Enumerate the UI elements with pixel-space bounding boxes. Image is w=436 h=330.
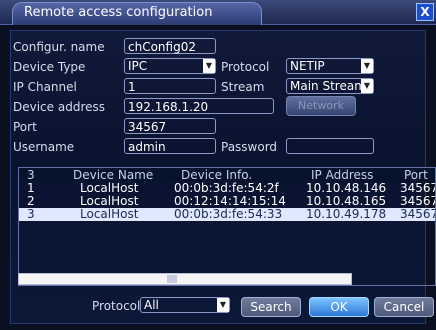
table-header: 3 Device Name Device Info. IP Address Po… <box>19 168 435 182</box>
column-port: Port <box>404 168 428 182</box>
protocol-select[interactable]: NETIP ▼ <box>286 58 374 74</box>
stream-value: Main Stream <box>290 79 366 93</box>
row-count: 3 <box>27 168 35 182</box>
ok-button[interactable]: OK <box>309 297 369 317</box>
port-field[interactable]: 34567 <box>124 118 216 134</box>
column-ip-address: IP Address <box>311 168 374 182</box>
device-type-select[interactable]: IPC ▼ <box>124 58 216 74</box>
title-bar: Remote access configuration X <box>0 0 436 25</box>
bottom-protocol-select[interactable]: All ▼ <box>140 297 230 313</box>
ip-channel-label: IP Channel <box>13 80 77 94</box>
column-device-info: Device Info. <box>181 168 253 182</box>
chevron-down-icon: ▼ <box>217 298 229 312</box>
device-name: LocalHost <box>80 207 139 221</box>
stream-label: Stream <box>221 80 265 94</box>
password-label: Password <box>221 140 278 154</box>
remote-access-config-window: Remote access configuration X Configur. … <box>0 0 436 330</box>
chevron-down-icon: ▼ <box>361 59 373 73</box>
column-device-name: Device Name <box>73 168 154 182</box>
stream-select[interactable]: Main Stream ▼ <box>286 78 374 94</box>
network-button[interactable]: Network <box>286 96 356 116</box>
bottom-protocol-label: Protocol <box>92 299 141 313</box>
cancel-button[interactable]: Cancel <box>374 297 434 317</box>
chevron-down-icon: ▼ <box>361 79 373 93</box>
device-address-field[interactable]: 192.168.1.20 <box>124 98 274 114</box>
config-name-label: Configur. name <box>13 40 105 54</box>
chevron-down-icon: ▼ <box>203 59 215 73</box>
horizontal-scrollbar[interactable] <box>18 273 352 285</box>
window-title: Remote access configuration <box>24 5 213 20</box>
protocol-value: NETIP <box>290 59 325 73</box>
search-button[interactable]: Search <box>241 297 301 317</box>
username-field[interactable]: admin <box>124 138 216 154</box>
device-table: 3 Device Name Device Info. IP Address Po… <box>18 167 436 286</box>
close-icon[interactable]: X <box>416 3 434 21</box>
table-row-selected[interactable]: 3 LocalHost 00:0b:3d:fe:54:33 10.10.49.1… <box>19 208 435 221</box>
port: 34567 <box>400 207 436 221</box>
scrollbar-thumb[interactable] <box>167 275 177 283</box>
protocol-label: Protocol <box>221 60 270 74</box>
device-type-value: IPC <box>128 59 148 73</box>
row-index: 3 <box>27 207 35 221</box>
device-address-label: Device address <box>13 100 105 114</box>
ip-channel-field[interactable]: 1 <box>124 78 216 94</box>
ip-address: 10.10.49.178 <box>306 207 387 221</box>
port-label: Port <box>13 120 37 134</box>
bottom-protocol-value: All <box>144 298 159 312</box>
device-type-label: Device Type <box>13 60 86 74</box>
username-label: Username <box>13 140 75 154</box>
config-name-field[interactable]: chConfig02 <box>124 38 216 54</box>
password-field[interactable] <box>286 138 374 154</box>
device-info: 00:0b:3d:fe:54:33 <box>174 207 283 221</box>
